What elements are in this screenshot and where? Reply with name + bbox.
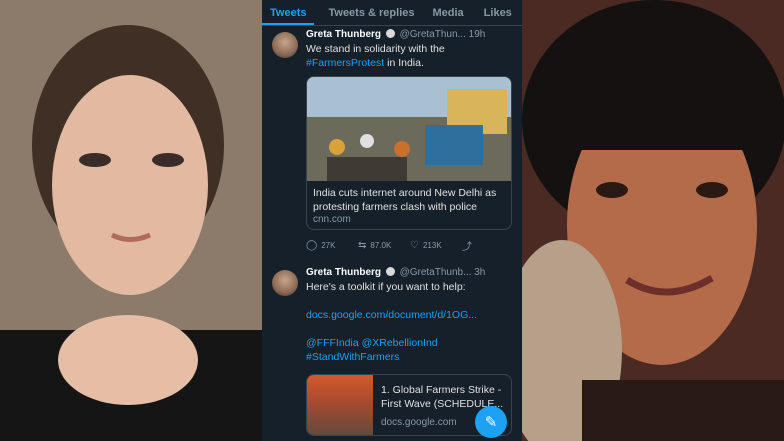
tab-tweets-replies[interactable]: Tweets & replies xyxy=(314,0,422,25)
heart-icon: ♡ xyxy=(410,240,419,251)
tweet-time[interactable]: 19h xyxy=(469,29,486,40)
tweet-text-main: We stand in solidarity with the xyxy=(306,43,445,55)
hashtag-link[interactable]: #StandWithFarmers xyxy=(306,350,514,364)
tweet-actions: ◯ 27K ⇆ 87.0K ♡ 213K ⤴ xyxy=(306,238,514,253)
author-name[interactable]: Greta Thunberg xyxy=(306,29,381,40)
tab-tweets[interactable]: Tweets xyxy=(262,0,315,25)
left-portrait-photo xyxy=(0,0,262,441)
retweet-icon: ⇆ xyxy=(358,240,367,251)
author-name[interactable]: Greta Thunberg xyxy=(306,267,381,278)
protest-scene-illustration xyxy=(307,77,511,181)
share-icon: ⤴ xyxy=(462,242,472,253)
card-image xyxy=(307,77,511,181)
doc-card-image xyxy=(307,375,373,435)
hashtag-link[interactable]: #FarmersProtest xyxy=(306,57,384,69)
left-portrait-illustration xyxy=(0,0,262,441)
like-action[interactable]: ♡ 213K xyxy=(410,238,462,253)
tweet-text: Here's a toolkit if you want to help: xyxy=(306,280,514,294)
twitter-profile-panel: Tweets Tweets & replies Media Likes Gret… xyxy=(262,0,522,441)
tweet-time[interactable]: 3h xyxy=(474,267,485,278)
card-domain: cnn.com xyxy=(313,214,351,225)
like-count: 213K xyxy=(422,241,442,250)
tab-media[interactable]: Media xyxy=(422,0,471,25)
tweet-text: We stand in solidarity with the #Farmers… xyxy=(306,42,514,70)
author-handle[interactable]: @GretaThunb... xyxy=(400,267,472,278)
tweet-header: Greta Thunberg @GretaThun... 19h xyxy=(306,28,514,42)
retweet-count: 87.0K xyxy=(370,241,392,250)
toolkit-link[interactable]: docs.google.com/document/d/1OG... xyxy=(306,308,514,322)
tweet-header: Greta Thunberg @GretaThunb... 3h xyxy=(306,266,514,280)
right-portrait-illustration xyxy=(522,0,784,441)
reply-action[interactable]: ◯ 27K xyxy=(306,238,358,253)
retweet-action[interactable]: ⇆ 87.0K xyxy=(358,238,410,253)
mention-links[interactable]: @FFFIndia @XRebellionInd xyxy=(306,336,514,350)
author-handle[interactable]: @GretaThun... xyxy=(400,29,466,40)
tweet-text-tail: in India. xyxy=(384,57,424,69)
verified-icon xyxy=(385,29,395,38)
tab-likes[interactable]: Likes xyxy=(472,0,520,25)
link-card[interactable]: India cuts internet around New Delhi as … xyxy=(306,76,512,230)
share-action[interactable]: ⤴ xyxy=(462,238,514,253)
compose-button[interactable]: ✎ xyxy=(475,406,507,438)
reply-icon: ◯ xyxy=(306,240,318,251)
card-title: India cuts internet around New Delhi as … xyxy=(313,187,497,213)
profile-tabs: Tweets Tweets & replies Media Likes xyxy=(262,0,522,26)
compose-icon: ✎ xyxy=(484,414,498,431)
reply-count: 27K xyxy=(321,241,336,250)
right-portrait-photo xyxy=(522,0,784,441)
verified-icon xyxy=(385,267,395,276)
tweet-1[interactable]: Greta Thunberg @GretaThun... 19h We stan… xyxy=(262,28,522,253)
doc-card-domain: docs.google.com xyxy=(381,417,457,428)
tweet-text-main: Here's a toolkit if you want to help: xyxy=(306,281,466,293)
